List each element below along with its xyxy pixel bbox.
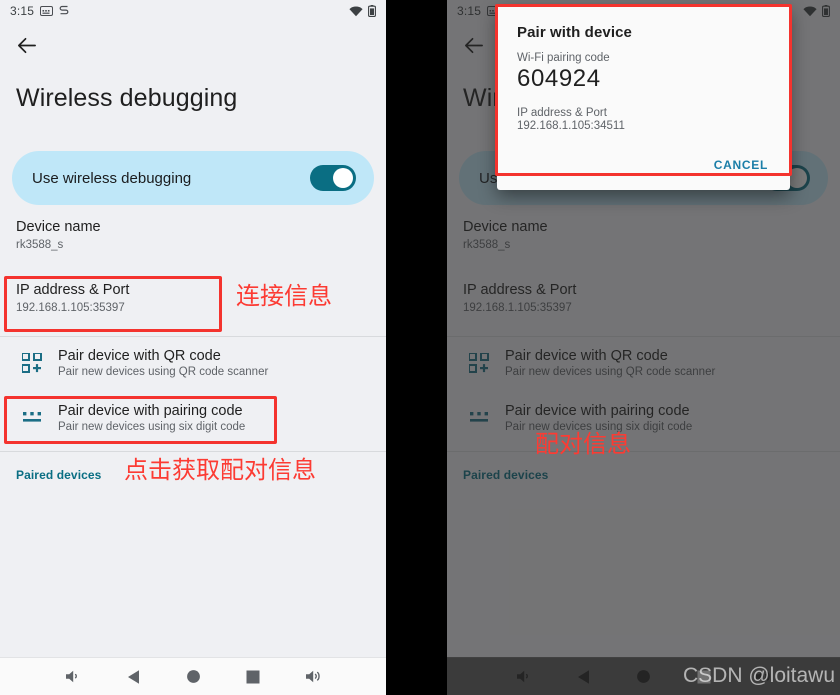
volume-up-icon[interactable] [300, 664, 326, 690]
dialog-ip-value: 192.168.1.105:34511 [517, 120, 625, 132]
ip-address-title: IP address & Port [16, 282, 130, 299]
wifi-pairing-code-value: 604924 [517, 65, 601, 92]
pair-with-pairing-code-row[interactable]: Pair device with pairing code Pair new d… [14, 388, 372, 443]
cancel-button[interactable]: CANCEL [712, 154, 770, 176]
app-bar [0, 22, 386, 68]
dialog-actions: CANCEL [517, 154, 770, 184]
status-bar: 3:15 [0, 0, 386, 22]
pair-qr-subtitle: Pair new devices using QR code scanner [58, 366, 269, 379]
usb-debugging-icon [59, 5, 69, 17]
ip-address-value: 192.168.1.105:35397 [16, 302, 125, 315]
switch-knob [333, 168, 353, 188]
page-title: Wireless debugging [16, 84, 238, 112]
pair-code-subtitle: Pair new devices using six digit code [58, 421, 246, 434]
paired-devices-header: Paired devices [16, 468, 102, 483]
device-name-value: rk3588_s [16, 239, 64, 252]
dialog-title: Pair with device [517, 24, 632, 41]
right-phone-panel: 3:15 [447, 0, 840, 695]
wifi-icon [349, 6, 363, 17]
settings-section: Device name rk3588_s IP address & Port 1… [0, 205, 386, 330]
wifi-pairing-code-label: Wi-Fi pairing code [517, 52, 610, 64]
ip-address-row[interactable]: IP address & Port 192.168.1.105:35397 [14, 263, 372, 330]
screenshot-stage: 3:15 Wireless debugging Use wireless deb… [0, 0, 840, 695]
dialog-ip-label: IP address & Port [517, 107, 607, 119]
pair-with-device-dialog: Pair with device Wi-Fi pairing code 6049… [497, 6, 790, 190]
pairing-code-icon [20, 406, 44, 430]
device-name-title: Device name [16, 219, 101, 235]
pair-with-qr-code-row[interactable]: Pair device with QR code Pair new device… [14, 337, 372, 388]
recents-icon[interactable] [240, 664, 266, 690]
toggle-label: Use wireless debugging [32, 169, 192, 187]
back-icon[interactable] [120, 664, 146, 690]
system-navigation-bar [0, 657, 386, 695]
qr-code-icon [20, 351, 44, 375]
pairing-section: Pair device with QR code Pair new device… [0, 337, 386, 443]
left-phone-panel: 3:15 Wireless debugging Use wireless deb… [0, 0, 386, 695]
battery-icon [368, 5, 376, 17]
keyboard-icon [40, 6, 54, 16]
wireless-debugging-switch[interactable] [310, 165, 356, 191]
back-arrow-icon[interactable] [12, 31, 40, 59]
pair-code-title: Pair device with pairing code [58, 403, 243, 420]
status-bar-time: 3:15 [10, 4, 35, 18]
use-wireless-debugging-row[interactable]: Use wireless debugging [12, 151, 374, 205]
pair-qr-title: Pair device with QR code [58, 348, 221, 365]
device-name-row[interactable]: Device name rk3588_s [14, 205, 372, 263]
home-icon[interactable] [180, 664, 206, 690]
volume-down-icon[interactable] [60, 664, 86, 690]
